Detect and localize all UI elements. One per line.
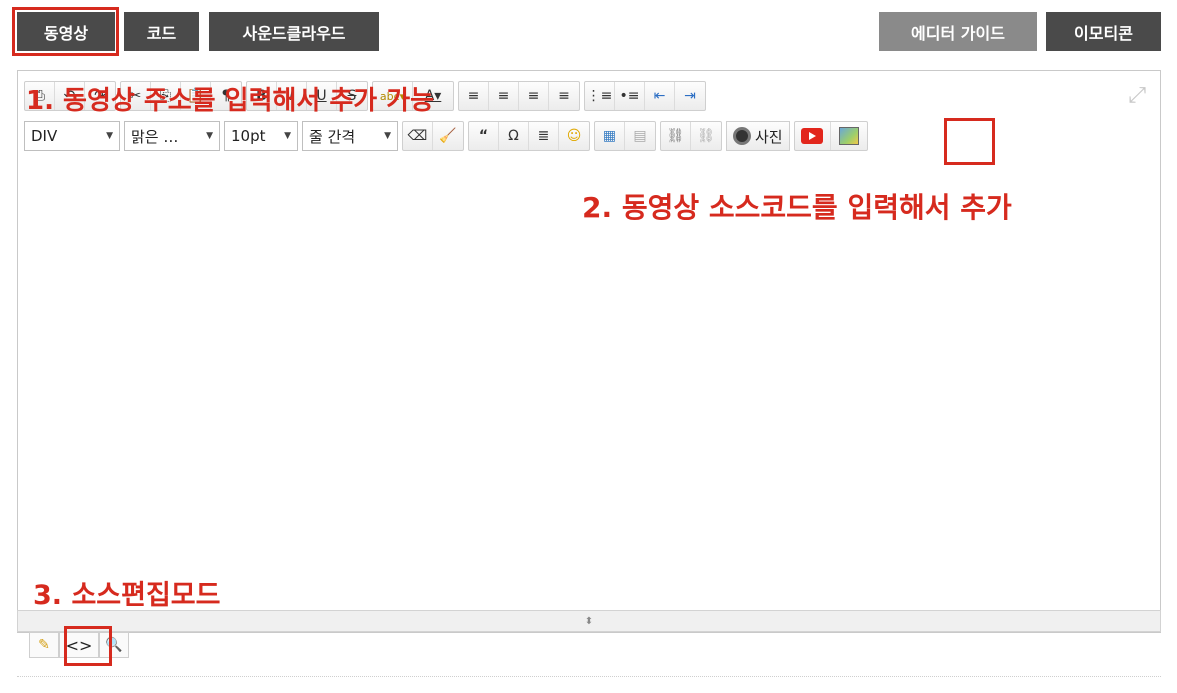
- expand-icon[interactable]: ⤢: [1128, 83, 1146, 108]
- outdent-icon[interactable]: ⇤: [645, 82, 675, 110]
- insert-photo-label: 사진: [755, 127, 783, 146]
- ordered-list-icon[interactable]: ⋮≡: [585, 82, 615, 110]
- font-family-select[interactable]: 맑은 … ▼: [124, 121, 220, 151]
- annotation-2: 2. 동영상 소스코드를 입력해서 추가: [582, 191, 1012, 224]
- code-icon: <>: [65, 635, 93, 655]
- clean-format-icon[interactable]: 🧹: [433, 122, 463, 150]
- youtube-icon: [801, 128, 824, 144]
- camera-icon: [733, 127, 751, 145]
- table-edit-icon[interactable]: ▤: [625, 122, 655, 150]
- magnifier-icon: 🔍: [105, 637, 123, 653]
- align-left-icon[interactable]: ≡: [459, 82, 489, 110]
- toolbar-group-link: ⛓ ⛓: [660, 121, 722, 151]
- chevron-down-icon: ▼: [206, 131, 213, 141]
- resize-grip-icon: ⬍: [584, 615, 594, 627]
- editor-resize-handle[interactable]: ⬍: [17, 610, 1161, 632]
- special-char-icon[interactable]: Ω: [499, 122, 529, 150]
- insert-photo-button[interactable]: 사진: [726, 121, 790, 151]
- toolbar-group-clean: ⌫ 🧹: [402, 121, 464, 151]
- unlink-icon[interactable]: ⛓: [691, 122, 721, 150]
- font-size-value: 10pt: [231, 127, 266, 145]
- source-mode-tab[interactable]: <>: [59, 632, 99, 658]
- tab-video[interactable]: 동영상: [17, 12, 115, 51]
- editor-guide-button[interactable]: 에디터 가이드: [879, 12, 1037, 51]
- tab-code[interactable]: 코드: [124, 12, 199, 51]
- emoticon-button[interactable]: 이모티콘: [1046, 12, 1161, 51]
- annotation-3: 3. 소스편집모드: [33, 580, 221, 611]
- emoji-icon[interactable]: ☺: [559, 122, 589, 150]
- toolbar-group-media: [793, 121, 868, 151]
- preview-mode-tab[interactable]: 🔍: [99, 632, 129, 658]
- image-gallery-button[interactable]: [831, 122, 867, 150]
- eraser-icon[interactable]: ⌫: [403, 122, 433, 150]
- font-family-value: 맑은 …: [131, 127, 179, 146]
- rich-text-editor: ⎙ ↶ ↷ ✂ ⎘ 📋 ¶ B I U S abc▾ A▾ ≡ ≡ ≡ ≡ ⋮≡…: [17, 70, 1161, 633]
- pencil-icon: ✎: [38, 637, 50, 653]
- align-center-icon[interactable]: ≡: [489, 82, 519, 110]
- toolbar-group-table: ▦ ▤: [594, 121, 656, 151]
- divider: [17, 676, 1161, 677]
- align-justify-icon[interactable]: ≡: [549, 82, 579, 110]
- chevron-down-icon: ▼: [106, 131, 113, 141]
- line-height-select[interactable]: 줄 간격 ▼: [302, 121, 398, 151]
- block-format-select[interactable]: DIV ▼: [24, 121, 120, 151]
- block-format-value: DIV: [31, 127, 58, 145]
- quote-icon[interactable]: “: [469, 122, 499, 150]
- image-icon: [838, 127, 859, 145]
- table-icon[interactable]: ▦: [595, 122, 625, 150]
- video-embed-button[interactable]: [795, 122, 831, 150]
- toolbar-group-align: ≡ ≡ ≡ ≡: [458, 81, 580, 111]
- tab-soundcloud[interactable]: 사운드클라우드: [209, 12, 379, 51]
- toolbar-row-2: DIV ▼ 맑은 … ▼ 10pt ▼ 줄 간격 ▼ ⌫ 🧹 “ Ω ≣ ☺ ▦…: [24, 121, 868, 151]
- line-height-value: 줄 간격: [309, 127, 356, 146]
- annotation-1: 1. 동영상 주소를 입력해서 추가 가능: [26, 86, 435, 116]
- editor-mode-tabs: ✎ <> 🔍: [29, 632, 129, 658]
- unordered-list-icon[interactable]: •≡: [615, 82, 645, 110]
- toolbar-group-list: ⋮≡ •≡ ⇤ ⇥: [584, 81, 706, 111]
- horizontal-rule-icon[interactable]: ≣: [529, 122, 559, 150]
- chevron-down-icon: ▼: [384, 131, 391, 141]
- toolbar-group-insert: “ Ω ≣ ☺: [468, 121, 590, 151]
- align-right-icon[interactable]: ≡: [519, 82, 549, 110]
- wysiwyg-mode-tab[interactable]: ✎: [29, 632, 59, 658]
- font-size-select[interactable]: 10pt ▼: [224, 121, 298, 151]
- chevron-down-icon: ▼: [284, 131, 291, 141]
- link-icon[interactable]: ⛓: [661, 122, 691, 150]
- indent-icon[interactable]: ⇥: [675, 82, 705, 110]
